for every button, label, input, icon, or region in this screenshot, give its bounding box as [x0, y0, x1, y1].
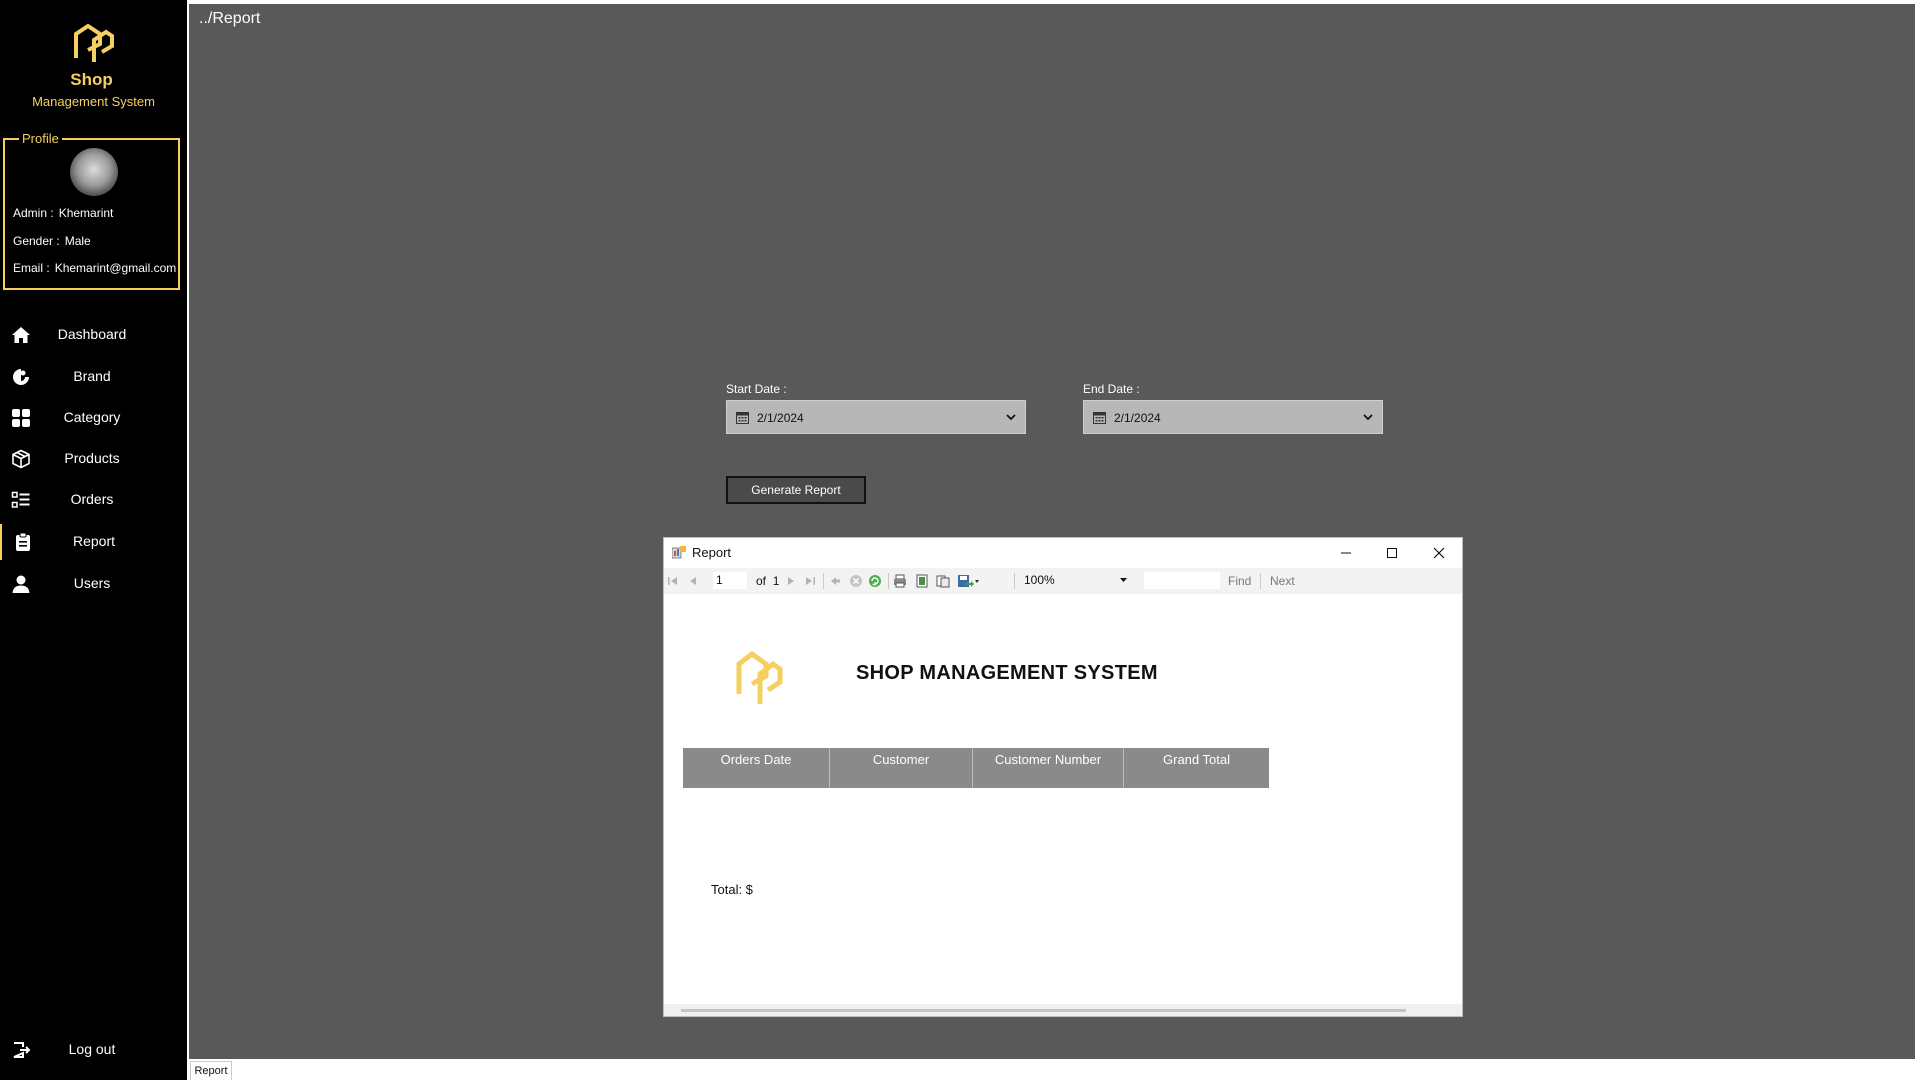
column-header-grand-total: Grand Total	[1124, 748, 1269, 788]
profile-legend: Profile	[19, 131, 62, 146]
window-title: Report	[692, 545, 732, 560]
email-label: Email :	[13, 261, 50, 275]
brand-icon	[13, 369, 29, 385]
chevron-down-icon	[1006, 414, 1016, 421]
find-button[interactable]: Find	[1228, 574, 1251, 588]
report-window: Report 1 of 1 100% Find Next SHOP MANAGE…	[663, 537, 1463, 1017]
email-value: Khemarint@gmail.com	[54, 261, 177, 275]
horizontal-scrollbar[interactable]	[681, 1009, 1406, 1012]
total-pages: 1	[772, 574, 780, 588]
maximize-icon	[1387, 548, 1397, 558]
gender-value: Male	[64, 234, 91, 248]
of-label: of	[756, 574, 767, 588]
print-icon[interactable]	[893, 574, 907, 588]
generate-report-button[interactable]: Generate Report	[726, 476, 866, 504]
logout-icon	[13, 1042, 31, 1058]
report-total: Total: $	[711, 882, 753, 897]
zoom-select[interactable]: 100%	[1021, 572, 1131, 589]
toolbar-separator	[823, 573, 824, 589]
minimize-button[interactable]	[1323, 538, 1369, 568]
tab-report[interactable]: Report	[190, 1061, 232, 1080]
profile-panel: Profile Admin : Khemarint Gender : Male Em…	[3, 131, 180, 290]
home-icon	[12, 327, 30, 343]
sidebar-item-report[interactable]: Report	[0, 524, 189, 560]
sidebar-item-products[interactable]: Products	[0, 441, 187, 477]
sidebar-item-label: Orders	[70, 491, 114, 507]
page-number-input[interactable]: 1	[713, 572, 747, 589]
sidebar-item-label: Dashboard	[57, 326, 127, 342]
last-page-icon[interactable]	[803, 574, 817, 588]
shop-logo-icon	[736, 650, 783, 704]
list-icon	[11, 491, 30, 508]
page-count: of 1	[756, 574, 779, 588]
sidebar: Shop Management System Profile Admin : Kh…	[0, 0, 187, 1080]
logout-label: Log out	[68, 1041, 116, 1057]
sidebar-item-label: Brand	[73, 368, 111, 384]
grid-icon	[12, 409, 30, 427]
brand-title: Shop	[70, 70, 113, 89]
profile-email: Email : Khemarint@gmail.com	[13, 261, 176, 275]
user-icon	[12, 575, 30, 593]
export-icon[interactable]	[957, 574, 979, 588]
start-date-picker[interactable]: 2/1/2024	[726, 400, 1026, 434]
gender-label: Gender :	[13, 234, 60, 248]
admin-label: Admin :	[13, 206, 54, 220]
avatar	[70, 148, 118, 196]
next-page-icon[interactable]	[784, 574, 798, 588]
chevron-down-icon	[1363, 414, 1373, 421]
maximize-button[interactable]	[1369, 538, 1415, 568]
end-date-label: End Date :	[1083, 382, 1140, 396]
print-layout-icon[interactable]	[915, 574, 929, 588]
sidebar-item-users[interactable]: Users	[0, 566, 187, 602]
sidebar-item-label: Category	[63, 409, 121, 425]
sidebar-item-orders[interactable]: Orders	[0, 482, 187, 518]
page-setup-icon[interactable]	[936, 574, 950, 588]
toolbar-separator	[1014, 573, 1015, 589]
column-header-customer: Customer	[830, 748, 973, 788]
box-icon	[12, 449, 30, 469]
logout-button[interactable]: Log out	[0, 1032, 187, 1068]
end-date-value: 2/1/2024	[1114, 411, 1161, 425]
close-button[interactable]	[1416, 538, 1462, 568]
breadcrumb: ../Report	[199, 10, 261, 27]
sidebar-item-brand[interactable]: Brand	[0, 359, 187, 395]
clipboard-icon	[16, 532, 30, 551]
shop-logo-icon	[74, 23, 114, 62]
stop-icon[interactable]	[849, 574, 863, 588]
toolbar-separator	[888, 573, 889, 589]
start-date-label: Start Date :	[726, 382, 787, 396]
sidebar-item-dashboard[interactable]: Dashboard	[0, 317, 187, 353]
find-next-button[interactable]: Next	[1270, 574, 1295, 588]
calendar-icon	[736, 412, 749, 424]
brand-subtitle: Management System	[32, 94, 155, 109]
sidebar-item-category[interactable]: Category	[0, 400, 187, 436]
profile-admin: Admin : Khemarint	[13, 206, 113, 220]
admin-value: Khemarint	[58, 206, 114, 220]
column-header-orders-date: Orders Date	[683, 748, 830, 788]
first-page-icon[interactable]	[666, 574, 680, 588]
report-table-header: Orders Date Customer Customer Number Gra…	[683, 748, 1269, 788]
sidebar-item-label: Users	[73, 575, 111, 591]
minimize-icon	[1341, 552, 1351, 554]
back-icon[interactable]	[828, 574, 842, 588]
profile-gender: Gender : Male	[13, 234, 91, 248]
column-header-customer-number: Customer Number	[973, 748, 1124, 788]
close-icon	[1433, 547, 1445, 559]
zoom-value: 100%	[1024, 573, 1055, 587]
toolbar-separator	[1260, 573, 1261, 589]
report-page: SHOP MANAGEMENT SYSTEM Orders Date Custo…	[664, 594, 1462, 1004]
previous-page-icon[interactable]	[686, 574, 700, 588]
report-viewer-toolbar: 1 of 1 100% Find Next	[664, 568, 1462, 593]
window-titlebar[interactable]: Report	[664, 538, 1462, 568]
calendar-icon	[1093, 412, 1106, 424]
sidebar-item-label: Products	[64, 450, 120, 466]
report-app-icon	[672, 546, 686, 559]
sidebar-item-label: Report	[72, 533, 116, 549]
start-date-value: 2/1/2024	[757, 411, 804, 425]
report-heading: SHOP MANAGEMENT SYSTEM	[856, 662, 1158, 684]
find-input[interactable]	[1144, 572, 1220, 589]
dropdown-arrow-icon	[1120, 578, 1127, 582]
end-date-picker[interactable]: 2/1/2024	[1083, 400, 1383, 434]
refresh-icon[interactable]	[868, 574, 882, 588]
